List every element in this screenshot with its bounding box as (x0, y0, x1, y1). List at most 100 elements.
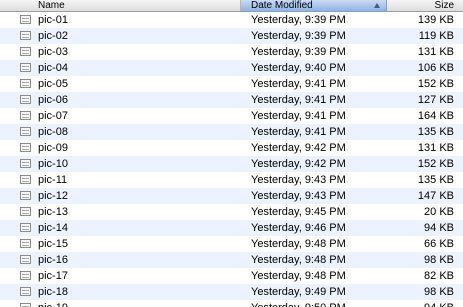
file-size: 152 KB (417, 158, 454, 170)
file-date-modified: Yesterday, 9:39 PM (251, 46, 346, 58)
file-date-modified: Yesterday, 9:39 PM (251, 14, 346, 26)
file-row[interactable]: pic-16 Yesterday, 9:48 PM 98 KB (0, 252, 463, 268)
file-size: 20 KB (424, 206, 454, 218)
file-row[interactable]: pic-08 Yesterday, 9:41 PM 135 KB (0, 124, 463, 140)
file-date-modified: Yesterday, 9:50 PM (251, 300, 346, 307)
file-row[interactable]: pic-11 Yesterday, 9:43 PM 135 KB (0, 172, 463, 188)
file-name: pic-14 (38, 222, 68, 234)
file-date-modified: Yesterday, 9:41 PM (251, 94, 346, 106)
file-rows: pic-01 Yesterday, 9:39 PM 139 KB pic-02 … (0, 12, 463, 307)
document-icon (20, 143, 31, 152)
document-icon (20, 191, 31, 200)
file-name: pic-01 (38, 14, 68, 26)
file-row[interactable]: pic-07 Yesterday, 9:41 PM 164 KB (0, 108, 463, 124)
document-icon (20, 287, 31, 296)
date-modified-column-header[interactable]: Date Modified (241, 0, 387, 11)
file-name: pic-08 (38, 126, 68, 138)
file-row[interactable]: pic-06 Yesterday, 9:41 PM 127 KB (0, 92, 463, 108)
file-row[interactable]: pic-12 Yesterday, 9:43 PM 147 KB (0, 188, 463, 204)
name-column-header[interactable]: Name (0, 0, 241, 11)
file-size: 127 KB (417, 94, 454, 106)
file-date-modified: Yesterday, 9:43 PM (251, 174, 346, 186)
size-column-header[interactable]: Size (387, 0, 463, 11)
column-header-bar: Name Date Modified Size (0, 0, 463, 12)
file-list-view: Name Date Modified Size pic-01 Yesterday… (0, 0, 463, 307)
file-date-modified: Yesterday, 9:42 PM (251, 142, 346, 154)
file-size: 135 KB (417, 174, 454, 186)
document-icon (20, 223, 31, 232)
document-icon (20, 175, 31, 184)
file-name: pic-10 (38, 158, 68, 170)
file-row[interactable]: pic-01 Yesterday, 9:39 PM 139 KB (0, 12, 463, 28)
file-size: 82 KB (424, 270, 454, 282)
file-name: pic-02 (38, 30, 68, 42)
file-size: 119 KB (418, 30, 454, 42)
file-size: 131 KB (417, 46, 454, 58)
file-date-modified: Yesterday, 9:41 PM (251, 110, 346, 122)
document-icon (20, 31, 31, 40)
file-name: pic-13 (38, 206, 68, 218)
file-name: pic-16 (38, 254, 68, 266)
file-date-modified: Yesterday, 9:49 PM (251, 286, 346, 298)
file-row[interactable]: pic-13 Yesterday, 9:45 PM 20 KB (0, 204, 463, 220)
file-size: 147 KB (417, 190, 454, 202)
file-size: 98 KB (424, 286, 454, 298)
file-size: 139 KB (417, 14, 454, 26)
file-name: pic-17 (38, 270, 68, 282)
file-row[interactable]: pic-05 Yesterday, 9:41 PM 152 KB (0, 76, 463, 92)
document-icon (20, 15, 31, 24)
file-size: 94 KB (424, 222, 454, 234)
file-name: pic-03 (38, 46, 68, 58)
document-icon (20, 111, 31, 120)
size-column-label: Size (434, 0, 454, 11)
file-date-modified: Yesterday, 9:48 PM (251, 254, 346, 266)
document-icon (20, 47, 31, 56)
file-size: 106 KB (417, 62, 454, 74)
file-date-modified: Yesterday, 9:40 PM (251, 62, 346, 74)
file-size: 152 KB (417, 78, 454, 90)
document-icon (20, 79, 31, 88)
file-row[interactable]: pic-18 Yesterday, 9:49 PM 98 KB (0, 284, 463, 300)
file-size: 131 KB (417, 142, 454, 154)
document-icon (20, 95, 31, 104)
file-size: 94 KB (424, 300, 454, 307)
file-name: pic-11 (38, 174, 68, 186)
file-size: 164 KB (417, 110, 454, 122)
file-row[interactable]: pic-17 Yesterday, 9:48 PM 82 KB (0, 268, 463, 284)
file-name: pic-06 (38, 94, 68, 106)
file-name: pic-19 (38, 300, 68, 307)
file-date-modified: Yesterday, 9:46 PM (251, 222, 346, 234)
file-date-modified: Yesterday, 9:48 PM (251, 270, 346, 282)
file-row[interactable]: pic-03 Yesterday, 9:39 PM 131 KB (0, 44, 463, 60)
document-icon (20, 207, 31, 216)
document-icon (20, 271, 31, 280)
date-modified-column-label: Date Modified (251, 0, 313, 11)
file-row[interactable]: pic-19 Yesterday, 9:50 PM 94 KB (0, 300, 463, 307)
document-icon (20, 159, 31, 168)
file-date-modified: Yesterday, 9:41 PM (251, 126, 346, 138)
file-name: pic-09 (38, 142, 68, 154)
file-row[interactable]: pic-10 Yesterday, 9:42 PM 152 KB (0, 156, 463, 172)
document-icon (20, 303, 31, 307)
document-icon (20, 63, 31, 72)
file-name: pic-05 (38, 78, 68, 90)
file-date-modified: Yesterday, 9:43 PM (251, 190, 346, 202)
file-size: 98 KB (424, 254, 454, 266)
file-date-modified: Yesterday, 9:42 PM (251, 158, 346, 170)
file-date-modified: Yesterday, 9:41 PM (251, 78, 346, 90)
file-row[interactable]: pic-02 Yesterday, 9:39 PM 119 KB (0, 28, 463, 44)
document-icon (20, 255, 31, 264)
file-date-modified: Yesterday, 9:45 PM (251, 206, 346, 218)
sort-ascending-icon (374, 3, 380, 8)
file-row[interactable]: pic-14 Yesterday, 9:46 PM 94 KB (0, 220, 463, 236)
document-icon (20, 127, 31, 136)
file-row[interactable]: pic-09 Yesterday, 9:42 PM 131 KB (0, 140, 463, 156)
file-date-modified: Yesterday, 9:48 PM (251, 238, 346, 250)
file-name: pic-07 (38, 110, 68, 122)
file-name: pic-04 (38, 62, 68, 74)
file-name: pic-15 (38, 238, 68, 250)
name-column-label: Name (38, 0, 65, 11)
file-row[interactable]: pic-04 Yesterday, 9:40 PM 106 KB (0, 60, 463, 76)
document-icon (20, 239, 31, 248)
file-row[interactable]: pic-15 Yesterday, 9:48 PM 66 KB (0, 236, 463, 252)
